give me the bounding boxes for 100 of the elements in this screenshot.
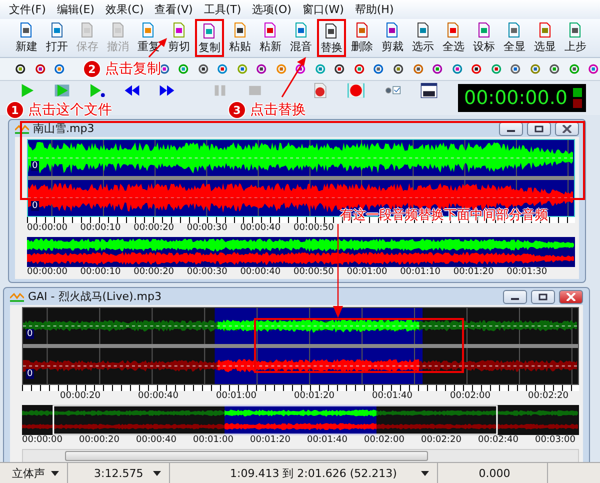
document-icon <box>536 22 553 38</box>
step-label: 点击替换 <box>250 101 306 119</box>
effect-icon[interactable] <box>14 61 27 77</box>
close-button[interactable] <box>559 290 583 304</box>
document-icon <box>110 22 126 38</box>
effect-icon[interactable] <box>412 61 424 77</box>
toolbar-button[interactable]: 选示 <box>408 19 437 57</box>
time-ruler-label: 00:03:00 <box>535 435 576 447</box>
status-text: 3:12.575 <box>94 466 144 480</box>
step-label: 点击这个文件 <box>28 101 112 119</box>
menu-item[interactable]: 工具(T) <box>198 2 248 17</box>
time-ruler-label: 00:00:20 <box>79 435 120 447</box>
step-number-badge: 3 <box>228 101 246 119</box>
maximize-button[interactable] <box>531 290 555 304</box>
status-text: 0.000 <box>478 466 510 480</box>
toolbar-button[interactable]: 删除 <box>348 19 376 57</box>
time-ruler-label: 00:00:10 <box>80 223 122 235</box>
time-ruler-label: 00:00:20 <box>60 391 102 403</box>
document-icon <box>384 22 400 38</box>
time-ruler-label: 00:02:20 <box>528 391 570 403</box>
effect-icon[interactable] <box>255 61 268 77</box>
time-ruler-label: 00:02:00 <box>364 435 406 447</box>
time-ruler-label: 00:00:40 <box>138 391 180 403</box>
toolbar-button[interactable]: 剪切 <box>164 19 193 57</box>
status-text: 1:09.413 到 2:01.626 (52.213) <box>230 466 397 480</box>
time-ruler-label: 00:02:20 <box>421 435 462 447</box>
toolbar-button[interactable]: 重复 <box>134 19 162 57</box>
menu-item[interactable]: 文件(F) <box>4 2 52 17</box>
status-field[interactable]: 3:12.575 <box>68 463 170 483</box>
document-icon <box>201 23 218 39</box>
effect-icon[interactable] <box>568 61 580 77</box>
horizontal-scrollbar[interactable] <box>22 449 579 463</box>
close-icon <box>566 292 576 300</box>
toolbar-button[interactable]: 替换 <box>317 19 346 57</box>
time-ruler-label: 00:00:00 <box>22 435 64 447</box>
document-icon <box>414 22 431 38</box>
waveform-icon <box>10 292 24 302</box>
menu-item[interactable]: 帮助(H) <box>350 2 400 17</box>
window-title: 南山雪.mp3 <box>33 121 94 136</box>
menu-item[interactable]: 查看(V) <box>150 2 199 17</box>
zero-label: 0 <box>26 369 34 379</box>
document-icon <box>292 22 309 38</box>
time-ruler-label: 00:00:30 <box>186 267 228 279</box>
time-ruler-label: 00:00:40 <box>136 435 178 447</box>
pointer-arrow <box>280 56 308 98</box>
time-ruler-label: 00:01:00 <box>346 267 388 279</box>
menu-item[interactable]: 窗口(W) <box>297 2 350 17</box>
waveform-icon <box>15 124 29 134</box>
menu-item[interactable]: 编辑(E) <box>52 2 100 17</box>
menu-item[interactable]: 选项(O) <box>247 2 298 17</box>
time-ruler-label: 00:01:10 <box>400 267 442 279</box>
time-ruler-label: 00:01:20 <box>250 435 292 447</box>
effect-icon[interactable] <box>548 61 561 77</box>
minimize-button[interactable] <box>503 290 527 304</box>
time-ruler-label: 00:00:00 <box>27 223 68 235</box>
document-icon <box>323 23 340 39</box>
toolbar-button[interactable]: 粘贴 <box>226 19 254 57</box>
zero-label: 0 <box>31 201 39 211</box>
time-ruler-label: 00:01:20 <box>453 267 495 279</box>
time-ruler-label: 00:01:40 <box>372 391 414 403</box>
effect-icon[interactable] <box>333 61 346 77</box>
zero-label: 0 <box>26 329 34 339</box>
document-icon <box>140 22 156 38</box>
toolbar-button[interactable]: 选显 <box>530 19 559 57</box>
status-field[interactable]: 1:09.413 到 2:01.626 (52.213) <box>170 463 438 483</box>
toolbar-button[interactable]: 全显 <box>500 19 528 57</box>
time-ruler-label: 00:01:30 <box>506 267 548 279</box>
time-ruler-label: 00:00:10 <box>80 267 122 279</box>
toolbar-button[interactable]: 粘新 <box>256 19 284 57</box>
time-ruler-label: 00:00:40 <box>240 267 282 279</box>
maximize-icon <box>534 124 544 132</box>
document-icon <box>18 22 34 38</box>
time-ruler-label: 00:00:40 <box>240 223 282 235</box>
toolbar-button[interactable]: 复制 <box>195 19 224 57</box>
effect-icon[interactable] <box>470 61 483 77</box>
effect-icon[interactable] <box>196 61 210 77</box>
time-ruler-label: 00:01:00 <box>216 391 258 403</box>
time-ruler-label: 00:00:50 <box>293 223 335 235</box>
toolbar-button[interactable]: 设标 <box>470 19 498 57</box>
time-ruler-label: 00:00:00 <box>27 267 68 279</box>
toolbar-button[interactable]: 打开 <box>42 19 71 57</box>
toolbar-button[interactable]: 上步 <box>561 19 590 57</box>
toolbar-button[interactable]: 混音 <box>286 19 315 57</box>
menu-item[interactable]: 效果(C) <box>100 2 150 17</box>
time-ruler-label: 00:01:00 <box>193 435 234 447</box>
document-icon <box>48 22 65 38</box>
effect-icon[interactable] <box>392 61 405 77</box>
status-field[interactable]: 立体声 <box>0 463 68 483</box>
time-ruler-label: 00:00:20 <box>134 267 176 279</box>
toolbar-button[interactable]: 全选 <box>439 19 468 57</box>
time-ruler-label: 00:00:30 <box>186 223 228 235</box>
toolbar-button[interactable]: 新建 <box>12 19 40 57</box>
document-icon <box>445 22 462 38</box>
scrollbar-thumb[interactable] <box>65 451 428 461</box>
document-icon <box>354 22 370 38</box>
pointer-arrow <box>148 37 168 58</box>
close-icon <box>562 124 572 132</box>
time-ruler-label: 00:00:50 <box>293 267 335 279</box>
toolbar-button[interactable]: 剪裁 <box>378 19 406 57</box>
document-icon <box>476 22 492 38</box>
